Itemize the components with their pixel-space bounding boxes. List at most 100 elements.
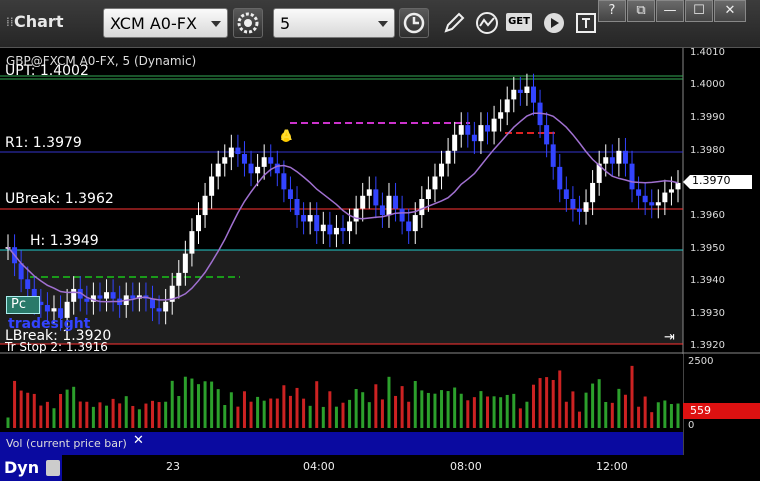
volume-bar (98, 402, 102, 428)
price-bar (544, 125, 550, 145)
price-chart[interactable] (0, 0, 760, 481)
volume-bar (196, 384, 200, 428)
price-tick: 1.4010 (690, 47, 725, 58)
tr-stop-label: Tr Stop 2: 1.3916 (5, 340, 108, 354)
price-bar (465, 125, 471, 135)
volume-bar (91, 406, 95, 428)
volume-bar (256, 396, 260, 428)
price-bar (412, 215, 418, 232)
volume-bar (466, 400, 470, 428)
volume-bar (249, 401, 253, 428)
volume-bar (584, 392, 588, 428)
price-bar (202, 195, 208, 216)
volume-bar (669, 404, 673, 428)
volume-bar (105, 405, 109, 428)
pivot-label: H: 1.3949 (30, 233, 99, 249)
volume-bar (663, 400, 667, 428)
volume-bar (19, 390, 23, 428)
price-bar (366, 189, 372, 196)
price-bar (406, 221, 412, 232)
volume-bar (551, 379, 555, 428)
volume-bar (518, 408, 522, 428)
volume-bar (242, 391, 246, 428)
price-bar (524, 86, 530, 93)
volume-bar (39, 405, 43, 428)
price-tick: 1.4000 (690, 79, 725, 90)
price-bar (25, 279, 31, 289)
volume-bar (623, 394, 627, 428)
price-bar (379, 205, 385, 216)
volume-bar (492, 396, 496, 428)
volume-bar (203, 381, 207, 428)
volume-bar (505, 394, 509, 428)
chart-window: ⁞⁞ Chart XCM A0-FX 5 GET ? ⧉ — ☐ ✕ GBP@F… (0, 0, 760, 481)
volume-bar (118, 403, 122, 428)
price-bar (104, 292, 110, 299)
volume-bar (446, 391, 450, 428)
price-bar (307, 215, 313, 222)
price-bar (110, 292, 116, 299)
price-bar (622, 150, 628, 164)
volume-bar (334, 406, 338, 428)
volume-tick: 2500 (688, 356, 714, 367)
volume-bar (170, 380, 174, 428)
volume-bar (426, 392, 430, 428)
scroll-end-icon[interactable]: ⇥ (664, 330, 675, 345)
volume-bar (440, 390, 444, 428)
volume-bar (65, 389, 69, 428)
volume-bar (538, 378, 542, 428)
pc-badge-text: Pc (11, 297, 26, 312)
price-bar (294, 199, 300, 216)
volume-bar (499, 397, 503, 428)
price-tick: 1.3920 (690, 340, 725, 351)
price-bar (209, 176, 215, 196)
volume-bar (295, 387, 299, 428)
price-bar (268, 157, 274, 164)
volume-bar (59, 393, 63, 428)
price-bar (419, 199, 425, 216)
price-bar (281, 173, 287, 190)
volume-bar (472, 397, 476, 428)
volume-bar (190, 378, 194, 428)
price-bar (655, 202, 661, 206)
price-bar (44, 305, 50, 312)
price-bar (241, 154, 247, 164)
time-tick: 08:00 (450, 460, 482, 473)
price-bar (333, 227, 339, 235)
volume-bar (571, 391, 575, 428)
lock-icon[interactable] (46, 460, 60, 476)
close-panel-icon[interactable]: ✕ (133, 433, 144, 448)
price-bar (550, 144, 556, 167)
volume-bar (577, 411, 581, 428)
volume-bar (512, 393, 516, 428)
volume-panel-label: Vol (current price bar) (6, 437, 127, 450)
volume-bar (6, 417, 10, 428)
volume-bar (157, 402, 161, 428)
volume-bar (341, 402, 345, 428)
volume-bar (558, 370, 562, 428)
volume-bar (453, 387, 457, 428)
price-bar (156, 308, 162, 312)
price-tick: 1.3960 (690, 210, 725, 221)
volume-bar (308, 405, 312, 428)
price-bar (150, 298, 156, 309)
volume-bar (459, 393, 463, 428)
price-bar (445, 150, 451, 164)
price-bar (393, 195, 399, 209)
volume-bar (288, 395, 292, 428)
volume-bar (85, 401, 89, 428)
price-bar (642, 195, 648, 203)
volume-bar (420, 390, 424, 428)
price-bar (287, 189, 293, 199)
dyn-label[interactable]: Dyn (4, 458, 39, 477)
price-bar (439, 163, 445, 177)
time-axis (0, 455, 760, 481)
price-bar (347, 221, 353, 232)
volume-bar (604, 401, 608, 428)
price-tick: 1.3940 (690, 275, 725, 286)
volume-bar (637, 406, 641, 428)
price-bar (71, 288, 77, 302)
volume-bar (676, 403, 680, 428)
pc-badge[interactable]: Pc (6, 296, 40, 314)
price-bar (570, 199, 576, 209)
